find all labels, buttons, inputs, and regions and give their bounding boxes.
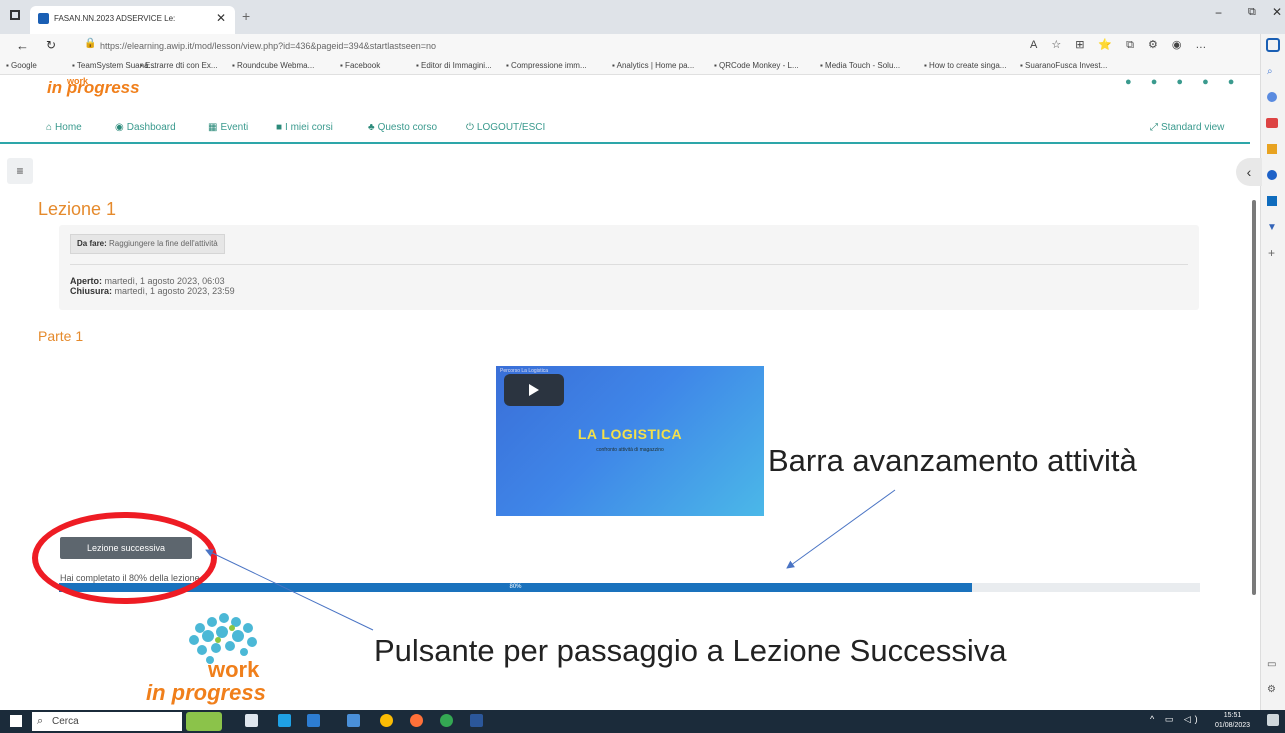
sidebar-layout-icon[interactable]: ▭	[1267, 659, 1276, 670]
menu-icon: ≡	[16, 164, 24, 178]
app-icon[interactable]	[440, 714, 453, 727]
arrow-to-progress	[786, 489, 896, 569]
dashboard-icon: ◉	[115, 122, 124, 133]
part-title: Parte 1	[38, 328, 84, 344]
back-icon[interactable]: ←	[16, 38, 29, 53]
nav-miei-corsi[interactable]: ■ I miei corsi	[276, 122, 333, 133]
bing-icon[interactable]	[1266, 38, 1280, 52]
edge-icon[interactable]	[278, 714, 291, 727]
nav-questo-corso[interactable]: ♣ Questo corso	[368, 122, 437, 133]
video-title: LA LOGISTICA	[577, 426, 683, 442]
nav-home[interactable]: ⌂ Home	[46, 122, 82, 133]
home-icon: ⌂	[46, 122, 53, 133]
standard-view-link[interactable]: ⤢ Standard view	[1150, 122, 1224, 133]
windows-start-icon[interactable]	[10, 715, 22, 727]
course-index-toggle[interactable]: ≡	[7, 158, 33, 184]
outlook-icon[interactable]	[1267, 196, 1277, 206]
bookmark-item[interactable]: ▪ SuaranoFusca Invest...	[1020, 61, 1107, 70]
power-icon: ⏻	[466, 122, 474, 133]
discover-icon[interactable]	[1267, 92, 1277, 102]
edge-sidebar: ⌕ ▼ + ▭ ⚙	[1260, 34, 1285, 710]
bookmark-item[interactable]: ▪ Media Touch - Solu...	[820, 61, 900, 70]
progress-bar: 80%	[59, 583, 1200, 592]
restore-icon[interactable]: ⧉	[1248, 6, 1256, 19]
toolbar-icons[interactable]: A☆⊞⭐⧉⚙◉…	[1030, 38, 1220, 52]
bookmark-item[interactable]: ▪ Analytics | Home pa...	[612, 61, 694, 70]
courses-icon: ■	[276, 122, 283, 133]
close-window-icon[interactable]: ✕	[1272, 5, 1282, 19]
settings-icon[interactable]: ⚙	[1267, 684, 1276, 695]
annotation-progress-bar: Barra avanzamento attività	[768, 443, 1137, 478]
task-view-icon[interactable]	[245, 714, 258, 727]
todo-badge: Da fare: Raggiungere la fine dell'attivi…	[70, 234, 225, 254]
footer-brand-line2: in progress	[146, 680, 266, 705]
bookmark-item[interactable]: ▪ How to create singa...	[924, 61, 1006, 70]
sitemap-icon: ♣	[368, 122, 375, 133]
site-navigation: ⌂ Home ◉ Dashboard ▦ Eventi ■ I miei corsi ♣…	[0, 114, 1250, 144]
chrome-icon[interactable]	[380, 714, 393, 727]
site-brand[interactable]: in progress	[47, 78, 140, 98]
page-scrollbar[interactable]	[1252, 200, 1256, 595]
office-icon[interactable]	[1267, 170, 1277, 180]
opened-date: Aperto: martedì, 1 agosto 2023, 06:03	[70, 276, 225, 286]
bookmark-item[interactable]: ▪ Compressione imm...	[506, 61, 587, 70]
search-icon: ⌕	[37, 715, 44, 727]
firefox-icon[interactable]	[410, 714, 423, 727]
block-drawer-toggle[interactable]: ‹	[1236, 158, 1262, 186]
tray-icons[interactable]: ^ ▭ ◁)	[1150, 714, 1202, 725]
bookmark-item[interactable]: ▪ Facebook	[340, 61, 380, 70]
search-icon[interactable]: ⌕	[1267, 66, 1273, 77]
refresh-icon[interactable]: ↻	[46, 38, 56, 52]
bookmark-item[interactable]: ▪ Estrarre dti con Ex...	[140, 61, 218, 70]
video-player[interactable]: Percorso La Logistica LA LOGISTICA confr…	[496, 366, 764, 516]
nav-logout[interactable]: ⏻ LOGOUT/ESCI	[466, 122, 545, 133]
browser-tab[interactable]: FASAN.NN.2023 ADSERVICE Le: ✕	[30, 6, 235, 34]
calendar-icon: ▦	[208, 122, 218, 133]
favicon-icon	[38, 13, 49, 24]
play-icon[interactable]	[504, 374, 564, 406]
word-icon[interactable]	[470, 714, 483, 727]
taskbar-search[interactable]: ⌕ Cerca	[32, 712, 182, 731]
activity-dates-box	[59, 225, 1199, 310]
shopping-icon[interactable]	[1266, 118, 1278, 128]
minimize-icon[interactable]: −	[1215, 6, 1222, 20]
taskbar-clock[interactable]: 15:51 01/08/2023	[1215, 711, 1250, 731]
add-icon[interactable]: +	[1268, 246, 1275, 260]
workspaces-icon[interactable]	[10, 10, 20, 20]
social-icons[interactable]: ● ● ● ● ●	[1125, 76, 1242, 88]
highlight-circle	[32, 512, 217, 604]
tools-icon[interactable]: ▼	[1267, 222, 1277, 233]
notifications-icon[interactable]	[1267, 714, 1279, 726]
video-subtitle: confronto attività di magazzino	[596, 447, 664, 453]
bookmark-item[interactable]: ▪ Editor di Immagini...	[416, 61, 492, 70]
tab-close-icon[interactable]: ✕	[216, 11, 226, 25]
url-field[interactable]: https://elearning.awip.it/mod/lesson/vie…	[100, 38, 1020, 54]
file-explorer-icon[interactable]	[307, 714, 320, 727]
lesson-title: Lezione 1	[38, 199, 117, 219]
divider	[70, 264, 1188, 265]
nav-eventi[interactable]: ▦ Eventi	[208, 122, 248, 133]
nav-dashboard[interactable]: ◉ Dashboard	[115, 122, 176, 133]
closing-date: Chiusura: martedì, 1 agosto 2023, 23:59	[70, 286, 235, 296]
chevron-left-icon: ‹	[1246, 164, 1252, 180]
annotation-next-button: Pulsante per passaggio a Lezione Success…	[374, 633, 1007, 668]
bookmark-item[interactable]: ▪ Google	[6, 61, 37, 70]
new-tab-icon[interactable]: +	[242, 8, 250, 24]
bookmark-item[interactable]: ▪ Roundcube Webma...	[232, 61, 314, 70]
games-icon[interactable]	[1267, 144, 1277, 154]
bookmarks-bar: ▪ Google ▪ TeamSystem Suana... ▪ Estrarre …	[0, 58, 1260, 75]
store-icon[interactable]	[347, 714, 360, 727]
widgets-icon[interactable]	[186, 712, 222, 731]
expand-icon: ⤢	[1150, 122, 1158, 133]
bookmark-item[interactable]: ▪ QRCode Monkey - L...	[714, 61, 799, 70]
lock-icon[interactable]: 🔒	[84, 38, 96, 49]
tab-title: FASAN.NN.2023 ADSERVICE Le:	[54, 14, 176, 23]
